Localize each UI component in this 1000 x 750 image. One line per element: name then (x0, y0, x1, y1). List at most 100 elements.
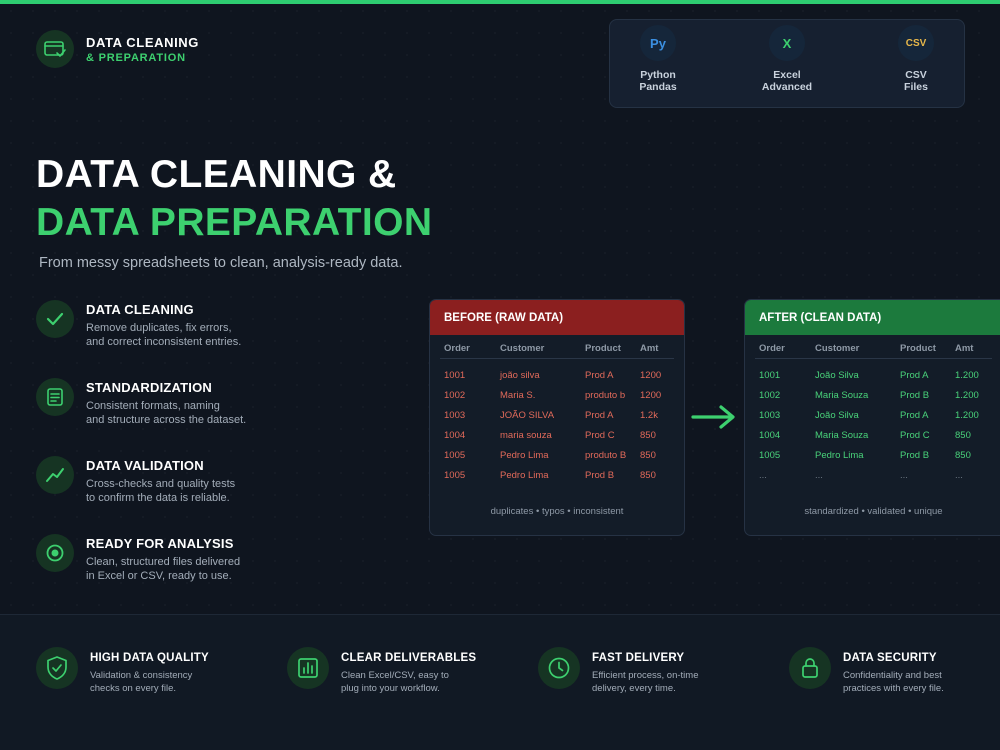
table-cell: Prod B (900, 390, 930, 401)
table-row: 1002 Maria Souza Prod B 1.200 (745, 385, 1000, 405)
table-cell: Pedro Lima (815, 450, 864, 461)
table-cell: 1.200 (955, 370, 979, 381)
before-raw-data-table: BEFORE (RAW DATA) Order Customer Product… (429, 299, 685, 536)
table-cell: 1005 (759, 450, 781, 461)
table-row: 1004 maria souza Prod C 850 (430, 425, 684, 445)
brand-title: DATA CLEANING (86, 34, 199, 50)
table-cell: 850 (955, 430, 971, 441)
table-cell: joão silva (500, 370, 540, 381)
table-title: BEFORE (RAW DATA) (430, 300, 684, 335)
column-header: Product (900, 343, 936, 354)
table-cell: produto B (585, 450, 627, 461)
table-cell: 1001 (444, 370, 466, 381)
column-header: Amt (640, 343, 659, 354)
table-cell: João Silva (815, 410, 859, 421)
table-row: 1001 João Silva Prod A 1.200 (745, 365, 1000, 385)
shield-check-icon (36, 647, 78, 689)
tool-label: CSV (905, 69, 927, 81)
tools-panel: Py Python Pandas X Excel Advanced CSV CSV F… (609, 19, 965, 108)
benefit-high-data-quality: HIGH DATA QUALITY Validation & consisten… (36, 647, 209, 695)
table-cell: 850 (640, 470, 656, 481)
feature-desc: in Excel or CSV, ready to use. (86, 570, 232, 582)
tool-label: Python (640, 69, 676, 81)
hero-title-line2: DATA PREPARATION (36, 201, 433, 244)
feature-data-cleaning: DATA CLEANING Remove duplicates, fix err… (36, 300, 241, 349)
clock-icon (538, 647, 580, 689)
table-cell: 850 (640, 430, 656, 441)
table-cell: Prod A (900, 410, 929, 421)
tool-excel-advanced: X Excel Advanced (747, 25, 827, 93)
column-header: Order (759, 343, 785, 354)
column-header: Product (585, 343, 621, 354)
table-cell: Maria Souza (815, 430, 869, 441)
benefit-title: HIGH DATA QUALITY (90, 652, 209, 664)
benefit-desc: Clean Excel/CSV, easy to (341, 670, 449, 681)
feature-desc: Clean, structured files delivered (86, 556, 241, 568)
table-cell: 1.2k (640, 410, 658, 421)
feature-ready-for-analysis: READY FOR ANALYSIS Clean, structured fil… (36, 534, 240, 583)
table-cell: 1001 (759, 370, 781, 381)
table-cell: 1003 (444, 410, 466, 421)
brand-subtitle: & PREPARATION (86, 51, 186, 64)
feature-title: READY FOR ANALYSIS (86, 536, 234, 551)
table-cell: João Silva (815, 370, 859, 381)
benefit-title: DATA SECURITY (843, 652, 937, 664)
benefit-desc: practices with every file. (843, 683, 944, 694)
table-cell: Pedro Lima (500, 470, 549, 481)
table-cell: Prod C (585, 430, 615, 441)
table-cell: 1002 (444, 390, 466, 401)
table-cell: Prod B (585, 470, 615, 481)
column-header: Order (444, 343, 470, 354)
table-footer-note: duplicates • typos • inconsistent (490, 506, 624, 517)
table-footer-note: standardized • validated • unique (804, 506, 943, 517)
benefit-desc: checks on every file. (90, 683, 177, 694)
hero-title-line1: DATA CLEANING & (36, 153, 397, 196)
table-row: 1005 Pedro Lima Prod B 850 (430, 465, 684, 485)
target-icon (36, 534, 74, 572)
column-header: Customer (815, 343, 860, 354)
feature-desc: and correct inconsistent entries. (86, 336, 242, 348)
table-cell: ... (815, 470, 823, 481)
table-cell: ... (955, 470, 963, 481)
feature-title: DATA CLEANING (86, 302, 194, 317)
feature-desc: and structure across the dataset. (86, 414, 247, 426)
bar-chart-icon (287, 647, 329, 689)
benefit-clear-deliverables: CLEAR DELIVERABLES Clean Excel/CSV, easy… (287, 647, 476, 695)
table-cell: 1200 (640, 390, 662, 401)
benefits-strip: HIGH DATA QUALITY Validation & consisten… (0, 614, 1000, 750)
benefit-data-security: DATA SECURITY Confidentiality and best pr… (789, 647, 944, 695)
benefit-desc: Validation & consistency (90, 670, 193, 681)
table-cell: Maria S. (500, 390, 536, 401)
trend-line-icon (36, 456, 74, 494)
envelope-check-icon (36, 30, 74, 68)
table-cell: 1200 (640, 370, 662, 381)
tool-csv-files: CSV CSV Files (876, 25, 956, 93)
benefit-fast-delivery: FAST DELIVERY Efficient process, on-time… (538, 647, 698, 695)
table-cell: 1002 (759, 390, 781, 401)
table-cell: JOÃO SILVA (500, 410, 555, 421)
table-cell: 1004 (759, 430, 781, 441)
feature-desc: Remove duplicates, fix errors, (86, 322, 232, 334)
table-row: 1001 joão silva Prod A 1200 (430, 365, 684, 385)
top-accent-bar (0, 0, 1000, 4)
table-cell: 850 (955, 450, 971, 461)
table-rows: 1001 João Silva Prod A 1.200 1002 Maria Souz… (745, 365, 1000, 485)
table-cell: ... (759, 470, 767, 481)
feature-title: STANDARDIZATION (86, 380, 213, 395)
tool-label: Excel (773, 69, 801, 81)
table-row: 1003 JOÃO SILVA Prod A 1.2k (430, 405, 684, 425)
feature-desc: to confirm the data is reliable. (86, 492, 230, 504)
table-cell: Prod A (585, 370, 614, 381)
document-list-icon (36, 378, 74, 416)
benefit-title: FAST DELIVERY (592, 652, 685, 664)
hero-subtitle: From messy spreadsheets to clean, analys… (39, 255, 403, 271)
check-icon (36, 300, 74, 338)
benefit-desc: delivery, every time. (592, 683, 676, 694)
table-cell: 1003 (759, 410, 781, 421)
table-header-row: Order Customer Product Amt (755, 335, 992, 359)
table-cell: 1.200 (955, 390, 979, 401)
table-cell: 850 (640, 450, 656, 461)
python-icon: Py (640, 25, 676, 61)
table-cell: Maria Souza (815, 390, 869, 401)
benefit-desc: Efficient process, on-time (592, 670, 699, 681)
